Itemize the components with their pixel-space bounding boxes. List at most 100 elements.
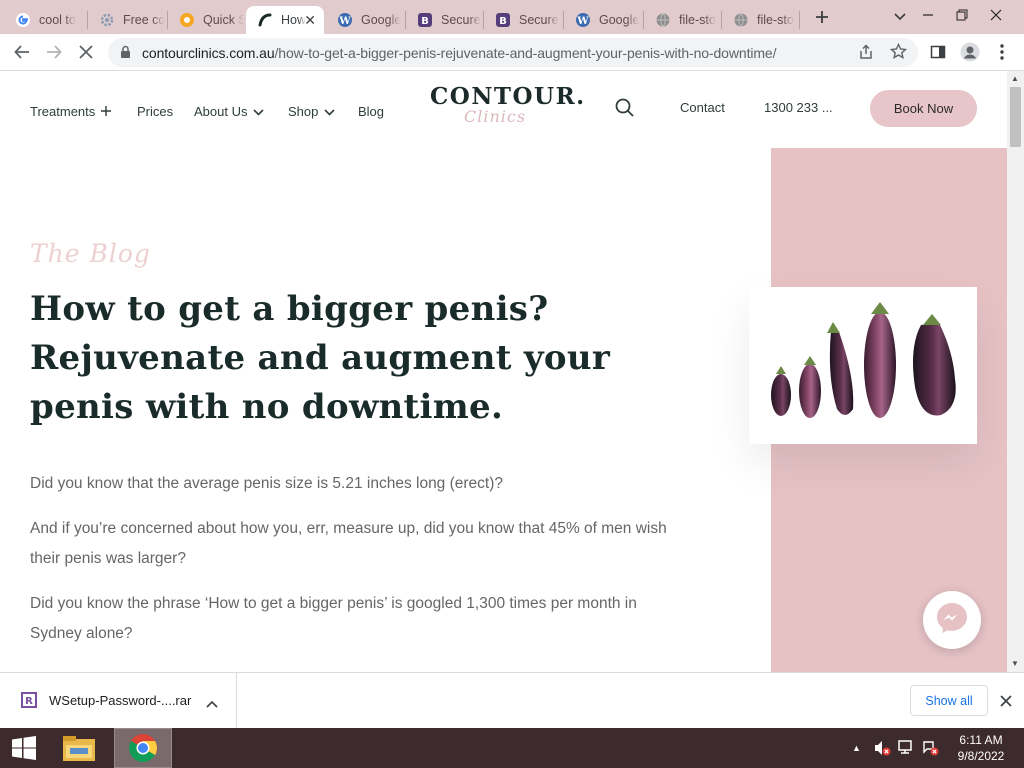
bookmark-star-icon[interactable] xyxy=(889,42,908,65)
forward-arrow-icon[interactable] xyxy=(42,40,66,64)
browser-tab[interactable]: cool to xyxy=(4,6,86,34)
messenger-chat-button[interactable] xyxy=(923,591,981,649)
nav-contact[interactable]: Contact xyxy=(680,100,725,115)
minimize-icon[interactable] xyxy=(910,0,946,30)
side-panel-icon[interactable] xyxy=(926,40,950,64)
blog-script-heading: The Blog xyxy=(30,239,151,268)
nav-label: Shop xyxy=(288,104,319,119)
tab-title: cool to xyxy=(39,13,76,27)
chrome-taskbar-icon[interactable] xyxy=(114,728,172,768)
svg-text:W: W xyxy=(338,16,351,27)
contour-favicon-icon xyxy=(257,12,273,28)
lock-icon[interactable] xyxy=(120,45,131,64)
search-icon[interactable] xyxy=(615,98,634,122)
browser-tab[interactable]: file-sto xyxy=(644,6,720,34)
globe-icon xyxy=(655,12,671,28)
restore-icon[interactable] xyxy=(944,0,980,30)
download-shelf: R WSetup-Password-....rar Show all xyxy=(0,672,1024,729)
tab-title: Quick S xyxy=(203,13,244,27)
windows-taskbar: ▲ 6:11 AM 9/8/2022 xyxy=(0,728,1024,768)
nav-prices[interactable]: Prices xyxy=(137,104,173,119)
nav-shop[interactable]: Shop xyxy=(288,104,335,119)
page-viewport: Treatments Prices About Us Shop Blog CON… xyxy=(0,71,1024,672)
quick-favicon-icon xyxy=(179,12,195,28)
tab-title: Google xyxy=(599,13,640,27)
messenger-icon xyxy=(935,601,969,640)
close-window-icon[interactable] xyxy=(978,0,1014,30)
nav-label: Blog xyxy=(358,104,385,119)
tab-title: Free co xyxy=(123,13,166,27)
action-center-icon[interactable] xyxy=(921,739,939,762)
nav-phone[interactable]: 1300 233 ... xyxy=(764,100,833,115)
logo-word: CONTOUR. xyxy=(430,83,586,110)
nav-label: Treatments xyxy=(30,104,96,119)
page-scrollbar[interactable]: ▲ ▼ xyxy=(1007,71,1024,672)
site-header: Treatments Prices About Us Shop Blog CON… xyxy=(0,71,1007,147)
back-arrow-icon[interactable] xyxy=(10,40,34,64)
nav-about-us[interactable]: About Us xyxy=(194,104,265,119)
wordpress-icon: W xyxy=(575,12,591,28)
tab-title: How xyxy=(281,13,307,27)
bootstrap-b-icon: B xyxy=(495,12,511,28)
gear-favicon-icon xyxy=(99,12,115,28)
nav-label: Prices xyxy=(137,104,174,119)
close-tab-icon[interactable]: ✕ xyxy=(304,12,316,28)
volume-muted-icon[interactable] xyxy=(873,739,891,762)
article-paragraph: And if you’re concerned about how you, e… xyxy=(30,520,667,567)
plus-icon xyxy=(101,104,112,119)
browser-tab[interactable]: B Secure xyxy=(406,6,482,34)
windows-start-icon[interactable] xyxy=(0,728,48,768)
share-icon[interactable] xyxy=(858,44,874,65)
browser-tab-strip: cool to Free co Quick S How ✕ W Google B… xyxy=(0,0,1024,34)
scrollbar-thumb[interactable] xyxy=(1010,87,1021,147)
show-all-button[interactable]: Show all xyxy=(910,685,988,716)
browser-tab[interactable]: B Secure xyxy=(484,6,562,34)
browser-tab[interactable]: Free co xyxy=(88,6,166,34)
chevron-up-icon[interactable] xyxy=(206,695,218,713)
scroll-up-icon[interactable]: ▲ xyxy=(1011,75,1019,83)
svg-text:B: B xyxy=(421,16,429,27)
scroll-down-icon[interactable]: ▼ xyxy=(1011,660,1019,668)
address-bar[interactable]: contourclinics.com.au/how-to-get-a-bigge… xyxy=(108,38,918,67)
clock-date: 9/8/2022 xyxy=(957,749,1005,763)
tray-expand-icon[interactable]: ▲ xyxy=(852,743,861,753)
url-text[interactable]: contourclinics.com.au/how-to-get-a-bigge… xyxy=(142,45,777,61)
chevron-down-icon xyxy=(324,104,335,119)
url-path: /how-to-get-a-bigger-penis-rejuvenate-an… xyxy=(274,45,777,61)
stop-loading-icon[interactable] xyxy=(74,40,98,64)
url-domain: contourclinics.com.au xyxy=(142,45,275,61)
svg-text:R: R xyxy=(25,696,33,707)
network-icon[interactable] xyxy=(897,739,915,762)
close-shelf-icon[interactable] xyxy=(1000,694,1012,712)
logo-script: Clinics xyxy=(464,107,527,126)
browser-tab[interactable]: file-sto xyxy=(722,6,798,34)
book-now-button[interactable]: Book Now xyxy=(870,90,977,127)
eggplants-image xyxy=(749,287,977,444)
browser-toolbar: contourclinics.com.au/how-to-get-a-bigge… xyxy=(0,34,1024,71)
chevron-down-icon xyxy=(253,104,265,119)
svg-text:B: B xyxy=(499,16,507,27)
tab-title: Google xyxy=(361,13,402,27)
rar-file-icon: R xyxy=(20,691,38,714)
google-g-icon xyxy=(15,12,31,28)
nav-blog[interactable]: Blog xyxy=(358,104,384,119)
download-file-name: WSetup-Password-....rar xyxy=(49,693,192,708)
contour-logo[interactable]: CONTOUR. Clinics xyxy=(430,83,586,127)
bootstrap-b-icon: B xyxy=(417,12,433,28)
browser-tab-active[interactable]: How ✕ xyxy=(246,6,324,34)
browser-menu-icon[interactable] xyxy=(990,40,1014,64)
file-explorer-icon[interactable] xyxy=(54,728,104,768)
new-tab-plus-icon[interactable] xyxy=(812,7,832,27)
wordpress-icon: W xyxy=(337,12,353,28)
svg-text:W: W xyxy=(576,16,589,27)
clock-time: 6:11 AM xyxy=(959,733,1003,747)
browser-tab[interactable]: W Google xyxy=(326,6,404,34)
tab-search-chevron-icon[interactable] xyxy=(890,7,910,27)
taskbar-clock[interactable]: 6:11 AM 9/8/2022 xyxy=(950,732,1012,764)
browser-tab[interactable]: W Google xyxy=(564,6,642,34)
browser-tab[interactable]: Quick S xyxy=(168,6,244,34)
nav-label: About Us xyxy=(194,104,248,119)
nav-treatments[interactable]: Treatments xyxy=(30,104,112,119)
download-item[interactable]: R WSetup-Password-....rar xyxy=(0,673,237,729)
profile-avatar-icon[interactable] xyxy=(958,40,982,64)
